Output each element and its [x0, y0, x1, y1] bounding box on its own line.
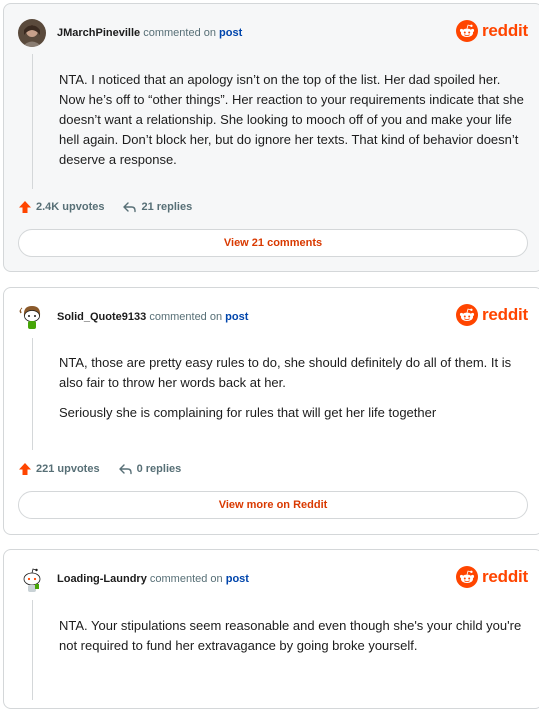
- comment-paragraph: NTA. Your stipulations seem reasonable a…: [59, 618, 522, 653]
- reddit-wordmark: reddit: [481, 305, 528, 324]
- comment-body: NTA. I noticed that an apology isn’t on …: [59, 70, 524, 170]
- comment-card[interactable]: Loading-Laundry commented on post reddit…: [3, 549, 539, 709]
- comment-meta: JMarchPineville commented on post: [57, 27, 242, 39]
- reply-count: 0 replies: [136, 463, 182, 475]
- username-link[interactable]: JMarchPineville: [57, 27, 140, 39]
- profile-photo-avatar-icon: [18, 19, 46, 47]
- comment-stats: 2.4K upvotes 21 replies: [18, 198, 192, 216]
- comment-body: NTA. Your stipulations seem reasonable a…: [59, 616, 524, 656]
- upvote-arrow-icon[interactable]: [18, 462, 32, 476]
- view-comments-button[interactable]: View 21 comments: [18, 229, 528, 257]
- thread-line: [32, 338, 33, 450]
- comment-paragraph: NTA. I noticed that an apology isn’t on …: [59, 72, 524, 167]
- action-text: commented on: [143, 27, 216, 39]
- user-avatar[interactable]: [18, 303, 46, 331]
- comment-paragraph: Seriously she is complaining for rules t…: [59, 405, 437, 420]
- reddit-wordmark: reddit: [481, 21, 528, 40]
- reply-count: 21 replies: [141, 201, 193, 213]
- thread-line: [32, 600, 33, 700]
- reddit-logo[interactable]: reddit: [456, 304, 528, 326]
- reply-arrow-icon[interactable]: [122, 200, 137, 214]
- snoo-avatar-icon: [18, 565, 46, 593]
- upvote-arrow-icon[interactable]: [18, 200, 32, 214]
- post-link[interactable]: post: [219, 27, 242, 39]
- reddit-wordmark: reddit: [481, 567, 528, 586]
- reddit-logo[interactable]: reddit: [456, 566, 528, 588]
- comment-stats: 221 upvotes 0 replies: [18, 460, 181, 478]
- comment-header: Loading-Laundry commented on post: [18, 564, 249, 594]
- upvote-count: 2.4K upvotes: [36, 201, 105, 213]
- upvote-count: 221 upvotes: [36, 463, 100, 475]
- action-text: commented on: [149, 573, 223, 585]
- post-link[interactable]: post: [226, 573, 249, 585]
- comment-header: Solid_Quote9133 commented on post: [18, 302, 248, 332]
- reddit-snoo-icon: [456, 20, 478, 42]
- comment-body: NTA, those are pretty easy rules to do, …: [59, 353, 524, 423]
- post-link[interactable]: post: [225, 311, 248, 323]
- comment-meta: Solid_Quote9133 commented on post: [57, 311, 248, 323]
- reddit-snoo-icon: [456, 304, 478, 326]
- user-avatar[interactable]: [18, 565, 46, 593]
- comment-meta: Loading-Laundry commented on post: [57, 573, 249, 585]
- comment-card[interactable]: JMarchPineville commented on post reddit…: [3, 3, 539, 272]
- comment-header: JMarchPineville commented on post: [18, 18, 242, 48]
- reddit-snoo-icon: [456, 566, 478, 588]
- action-text: commented on: [149, 311, 223, 323]
- reply-arrow-icon[interactable]: [118, 462, 133, 476]
- reddit-logo[interactable]: reddit: [456, 20, 528, 42]
- thread-line: [32, 54, 33, 189]
- username-link[interactable]: Solid_Quote9133: [57, 311, 146, 323]
- comment-paragraph: NTA, those are pretty easy rules to do, …: [59, 355, 512, 390]
- user-avatar[interactable]: [18, 19, 46, 47]
- cartoon-snoo-avatar-icon: [18, 303, 46, 331]
- comment-card[interactable]: Solid_Quote9133 commented on post reddit…: [3, 287, 539, 535]
- view-more-on-reddit-button[interactable]: View more on Reddit: [18, 491, 528, 519]
- username-link[interactable]: Loading-Laundry: [57, 573, 147, 585]
